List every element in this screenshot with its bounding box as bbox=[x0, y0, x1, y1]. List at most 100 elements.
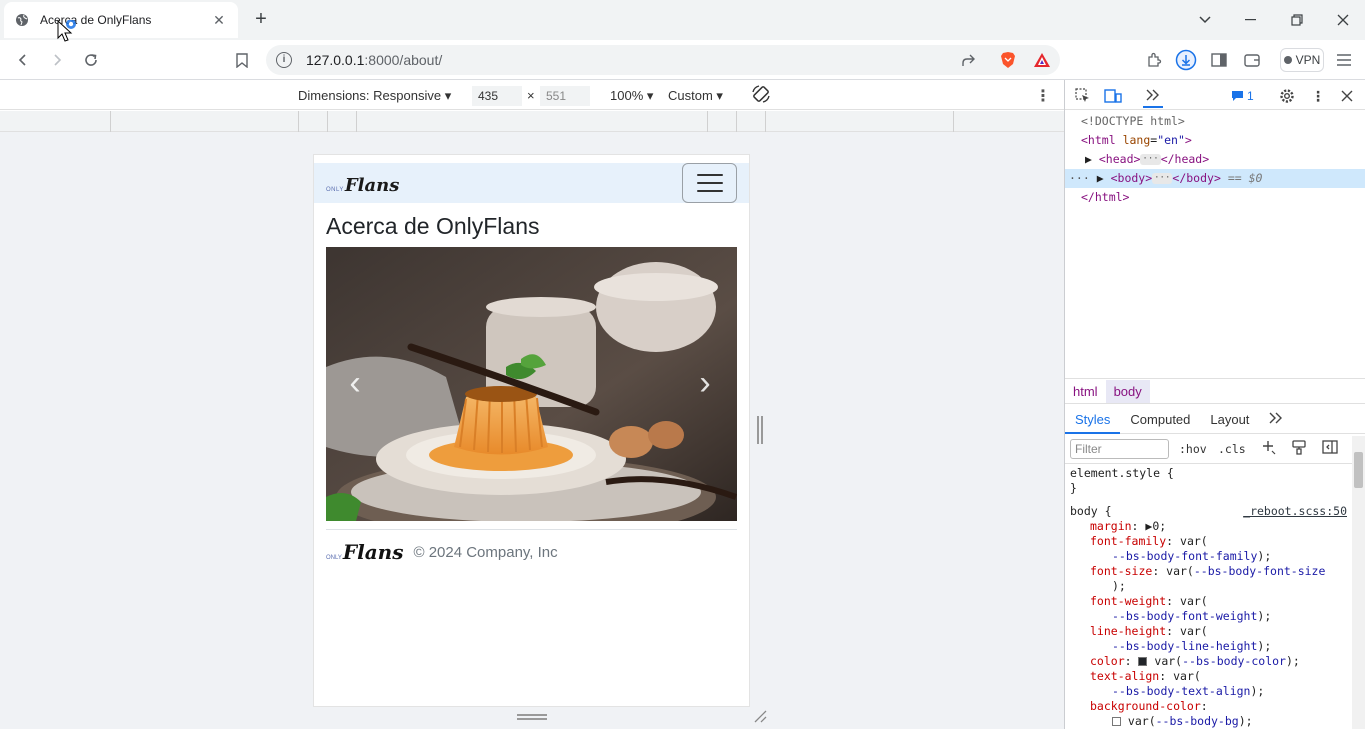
line-height-declaration[interactable]: line-height: var( bbox=[1065, 624, 1353, 639]
site-info-icon[interactable]: i bbox=[276, 52, 292, 68]
dimensions-dropdown[interactable]: Dimensions: Responsive ▾ bbox=[298, 88, 451, 104]
resize-handle-right[interactable] bbox=[757, 416, 763, 444]
hov-toggle[interactable]: :hov bbox=[1179, 442, 1207, 456]
brand-logo[interactable]: ONLY Flans bbox=[326, 175, 399, 196]
media-query-ruler bbox=[0, 111, 1064, 132]
ellipsis-icon[interactable]: ··· bbox=[1140, 154, 1161, 165]
ruler-marker[interactable] bbox=[298, 111, 299, 132]
devtools-close-icon[interactable] bbox=[1337, 86, 1357, 106]
font-family-declaration[interactable]: font-family: var( bbox=[1065, 534, 1353, 549]
width-input[interactable]: 435 bbox=[472, 86, 522, 106]
font-size-declaration[interactable]: font-size: var(--bs-body-font-size bbox=[1065, 564, 1353, 579]
dom-doctype[interactable]: <!DOCTYPE html> bbox=[1065, 112, 1365, 131]
new-rule-icon[interactable] bbox=[1261, 439, 1277, 458]
forward-icon[interactable] bbox=[45, 48, 69, 72]
breadcrumb-body[interactable]: body bbox=[1105, 379, 1150, 403]
reload-icon[interactable] bbox=[79, 48, 103, 72]
styles-scrollbar[interactable] bbox=[1352, 436, 1365, 729]
body-rule-selector[interactable]: body { _reboot.scss:50 bbox=[1065, 504, 1353, 519]
tab-close-icon[interactable]: ✕ bbox=[210, 12, 228, 29]
resize-handle-bottom[interactable] bbox=[517, 714, 547, 720]
ruler-marker[interactable] bbox=[765, 111, 766, 132]
ellipsis-icon[interactable]: ··· bbox=[1152, 173, 1173, 184]
more-tabs-icon[interactable] bbox=[1143, 84, 1163, 108]
ruler-marker[interactable] bbox=[356, 111, 357, 132]
dom-head-node[interactable]: ▶ <head> ··· </head> bbox=[1065, 150, 1365, 169]
device-more-icon[interactable]: ⋮ bbox=[1035, 86, 1051, 106]
restore-icon[interactable] bbox=[1274, 0, 1320, 40]
color-swatch-icon[interactable] bbox=[1138, 657, 1148, 666]
flan-photo bbox=[326, 247, 737, 521]
brave-shield-icon[interactable] bbox=[996, 48, 1020, 72]
footer-logo[interactable]: ONLY Flans bbox=[326, 540, 403, 564]
breadcrumb-html[interactable]: html bbox=[1065, 380, 1106, 403]
devtools-more-icon[interactable]: ⋮ bbox=[1308, 86, 1328, 106]
scrollbar-thumb[interactable] bbox=[1354, 452, 1363, 488]
tab-layout[interactable]: Layout bbox=[1200, 406, 1259, 434]
resize-corner-icon[interactable] bbox=[752, 708, 768, 724]
wallet-icon[interactable] bbox=[1240, 48, 1264, 72]
flan-carousel-image: ‹ › bbox=[326, 247, 737, 521]
back-icon[interactable] bbox=[11, 48, 35, 72]
throttle-dropdown[interactable]: Custom ▾ bbox=[668, 88, 723, 104]
tab-search-icon[interactable] bbox=[1182, 0, 1228, 40]
expand-arrow-icon[interactable]: ▶ bbox=[1097, 171, 1104, 185]
font-size-prop: font-size bbox=[1090, 564, 1153, 578]
devtools-panel: 1 ⋮ <!DOCTYPE html> <html lang="en"> ▶ <… bbox=[1064, 80, 1365, 729]
navbar-toggler-button[interactable] bbox=[682, 163, 737, 203]
tab-styles[interactable]: Styles bbox=[1065, 406, 1121, 434]
device-toggle-icon[interactable] bbox=[1103, 86, 1123, 106]
cls-toggle[interactable]: .cls bbox=[1218, 442, 1246, 456]
carousel-prev-icon[interactable]: ‹ bbox=[340, 365, 370, 405]
rotate-icon[interactable] bbox=[751, 84, 771, 107]
issues-badge[interactable]: 1 bbox=[1231, 89, 1254, 103]
paint-brush-icon[interactable] bbox=[1291, 439, 1307, 458]
dom-html-node[interactable]: <html lang="en"> bbox=[1065, 131, 1365, 150]
margin-declaration[interactable]: margin: ▶0; bbox=[1065, 519, 1353, 534]
bookmark-icon[interactable] bbox=[230, 48, 254, 72]
brand-flans-text: Flans bbox=[344, 175, 400, 196]
address-bar[interactable]: i 127.0.0.1:8000/about/ bbox=[266, 45, 1060, 75]
dom-body-node[interactable]: ··· ▶ <body> ··· </body> == $0 bbox=[1065, 169, 1365, 188]
brave-rewards-icon[interactable] bbox=[1030, 48, 1054, 72]
inspect-element-icon[interactable] bbox=[1073, 86, 1093, 106]
browser-tab[interactable]: Acerca de OnlyFlans ✕ bbox=[4, 2, 238, 38]
toggle-sidebar-icon[interactable] bbox=[1322, 439, 1338, 458]
element-style-rule[interactable]: element.style { bbox=[1065, 466, 1353, 481]
sidebar-icon[interactable] bbox=[1207, 48, 1231, 72]
ruler-marker[interactable] bbox=[110, 111, 111, 132]
bg-swatch-icon[interactable] bbox=[1112, 717, 1121, 726]
ruler-marker[interactable] bbox=[953, 111, 954, 132]
share-icon[interactable] bbox=[956, 48, 980, 72]
styles-filter-input[interactable]: Filter bbox=[1070, 439, 1169, 459]
url-text[interactable]: 127.0.0.1:8000/about/ bbox=[306, 52, 442, 68]
minimize-icon[interactable] bbox=[1228, 0, 1274, 40]
new-tab-icon[interactable]: + bbox=[250, 9, 272, 31]
settings-gear-icon[interactable] bbox=[1277, 86, 1297, 106]
vpn-button[interactable]: VPN bbox=[1280, 48, 1324, 72]
window-close-icon[interactable] bbox=[1320, 0, 1365, 40]
more-subtabs-icon[interactable] bbox=[1259, 406, 1293, 434]
color-declaration[interactable]: color: var(--bs-body-color); bbox=[1065, 654, 1353, 669]
background-color-declaration[interactable]: background-color: bbox=[1065, 699, 1353, 714]
rule-source-link[interactable]: _reboot.scss:50 bbox=[1243, 504, 1347, 519]
extensions-icon[interactable] bbox=[1142, 48, 1166, 72]
ruler-marker[interactable] bbox=[736, 111, 737, 132]
ruler-marker[interactable] bbox=[707, 111, 708, 132]
zoom-dropdown[interactable]: 100% ▾ bbox=[610, 88, 653, 104]
tab-computed[interactable]: Computed bbox=[1120, 406, 1200, 434]
issues-count: 1 bbox=[1247, 89, 1254, 103]
line-height-var: --bs-body-line-height bbox=[1112, 639, 1258, 653]
menu-icon[interactable] bbox=[1332, 48, 1356, 72]
html-close-tag: </html> bbox=[1081, 190, 1130, 204]
carousel-next-icon[interactable]: › bbox=[690, 365, 720, 405]
text-align-declaration[interactable]: text-align: var( bbox=[1065, 669, 1353, 684]
dom-tree: <!DOCTYPE html> <html lang="en"> ▶ <head… bbox=[1065, 112, 1365, 207]
expand-arrow-icon[interactable]: ▶ bbox=[1085, 152, 1092, 166]
downloads-icon[interactable] bbox=[1174, 48, 1198, 72]
ruler-marker[interactable] bbox=[327, 111, 328, 132]
font-weight-declaration[interactable]: font-weight: var( bbox=[1065, 594, 1353, 609]
selected-marker: == $0 bbox=[1227, 171, 1263, 185]
height-input[interactable]: 551 bbox=[540, 86, 590, 106]
dom-html-close[interactable]: </html> bbox=[1065, 188, 1365, 207]
